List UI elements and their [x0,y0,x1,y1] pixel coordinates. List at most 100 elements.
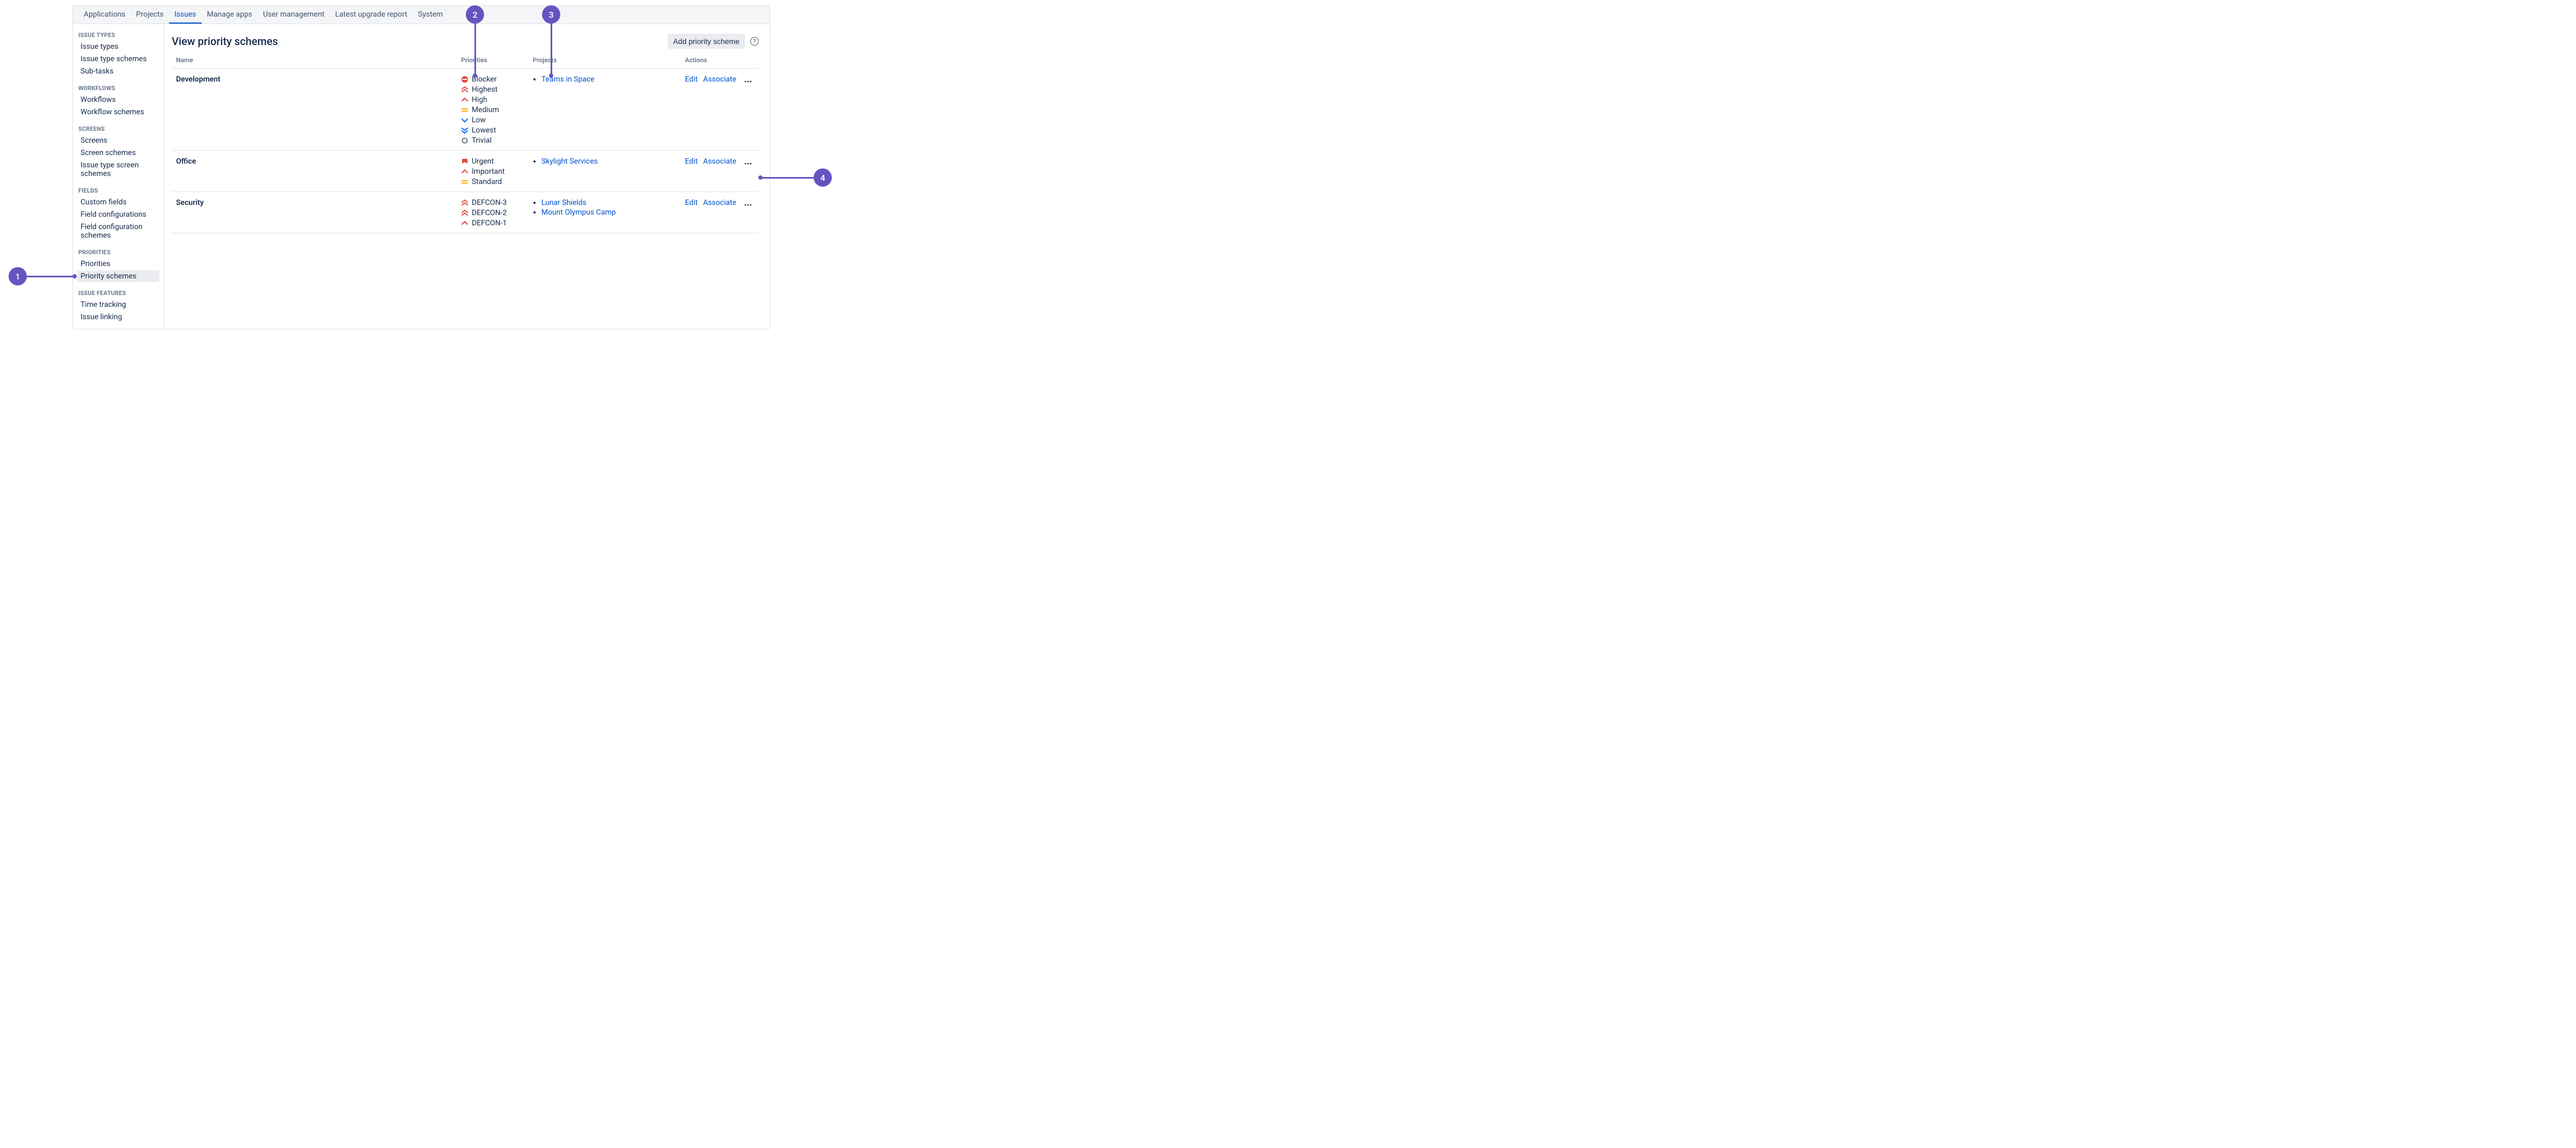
priority-item: Highest [461,85,524,94]
annotation-callout-3: 3 [542,5,560,24]
topnav-tab[interactable]: System [413,6,448,24]
annotation-line [474,24,476,75]
priority-item: Lowest [461,126,524,135]
sidebar-group-title: FIELDS [77,187,159,194]
sidebar-item[interactable]: Priority schemes [77,270,159,282]
edit-link[interactable]: Edit [685,75,698,84]
topnav-tab[interactable]: Projects [131,6,169,24]
sidebar: ISSUE TYPES Issue typesIssue type schemes… [73,24,164,329]
sidebar-item[interactable]: Issue types [77,41,159,53]
annotation-dot [758,175,763,180]
lowest-icon [461,127,469,134]
priority-label: Highest [472,85,497,94]
priority-label: DEFCON-1 [472,219,507,227]
top-nav: ApplicationsProjectsIssuesManage appsUse… [73,6,770,24]
list-item: Lunar Shields [541,198,677,207]
priority-label: Low [472,116,486,124]
associate-link[interactable]: Associate [703,198,736,207]
sidebar-item[interactable]: Issue linking [77,311,159,323]
priority-item: Low [461,116,524,124]
more-actions-icon[interactable] [742,75,755,88]
annotation-line [761,177,814,179]
priority-label: High [472,95,487,104]
sidebar-item[interactable]: Issue type schemes [77,53,159,65]
annotation-dot [549,73,553,78]
sidebar-item[interactable]: Screen schemes [77,147,159,159]
add-priority-scheme-button[interactable]: Add priority scheme [668,34,745,49]
sidebar-item[interactable]: Time tracking [77,299,159,311]
priority-label: DEFCON-2 [472,209,507,217]
table-row: SecurityDEFCON-3DEFCON-2DEFCON-1Lunar Sh… [172,192,759,233]
topnav-tab[interactable]: Issues [169,6,202,24]
sidebar-group-title: PRIORITIES [77,249,159,256]
medium-icon [461,178,469,186]
associate-link[interactable]: Associate [703,75,736,84]
priority-label: Urgent [472,157,494,166]
page-title: View priority schemes [172,35,668,48]
annotation-dot [473,73,477,78]
priority-label: Important [472,167,505,176]
more-actions-icon[interactable] [742,157,755,170]
sidebar-item[interactable]: Field configuration schemes [77,221,159,241]
list-item: Mount Olympus Camp [541,208,677,217]
sidebar-item[interactable]: Workflow schemes [77,106,159,118]
list-item: Teams in Space [541,75,677,84]
high-icon [461,96,469,104]
priority-item: Standard [461,178,524,186]
high-icon [461,168,469,175]
priority-item: DEFCON-3 [461,198,524,207]
main-content: View priority schemes Add priority schem… [164,24,770,329]
sidebar-group-title: ISSUE TYPES [77,32,159,39]
topnav-tab[interactable]: User management [258,6,330,24]
help-icon[interactable]: ? [750,37,759,46]
priority-item: DEFCON-2 [461,209,524,217]
project-link[interactable]: Mount Olympus Camp [541,208,616,217]
sidebar-item[interactable]: Issue type screen schemes [77,159,159,180]
annotation-callout-2: 2 [466,5,484,24]
sidebar-group-title: WORKFLOWS [77,85,159,92]
priority-item: High [461,95,524,104]
highest-icon [461,199,469,207]
sidebar-group-title: SCREENS [77,126,159,133]
priority-label: Standard [472,178,502,186]
project-link[interactable]: Skylight Services [541,157,598,166]
edit-link[interactable]: Edit [685,198,698,207]
priority-label: DEFCON-3 [472,198,507,207]
scheme-name: Office [176,157,452,166]
table-row: Office UrgentImportant Standard Skylight Se… [172,151,759,192]
col-priorities: Priorities [457,56,529,69]
sidebar-item[interactable]: Custom fields [77,196,159,208]
low-icon [461,116,469,124]
priority-item: Medium [461,106,524,114]
topnav-tab[interactable]: Manage apps [202,6,258,24]
annotation-line [27,276,74,277]
blocker-icon [461,76,469,83]
sidebar-item[interactable]: Workflows [77,94,159,106]
priority-item: Blocker [461,75,524,84]
high-icon [461,219,469,227]
annotation-line [551,24,552,75]
priority-item: Important [461,167,524,176]
annotation-callout-4: 4 [814,168,832,187]
more-actions-icon[interactable] [742,198,755,211]
scheme-name: Development [176,75,452,84]
topnav-tab[interactable]: Applications [78,6,131,24]
table-row: Development BlockerHighestHigh Medium Low Lo… [172,69,759,151]
sidebar-group-title: ISSUE FEATURES [77,290,159,297]
priority-item: Urgent [461,157,524,166]
priority-item: Trivial [461,136,524,145]
col-name: Name [172,56,457,69]
sidebar-item[interactable]: Sub-tasks [77,65,159,77]
topnav-tab[interactable]: Latest upgrade report [330,6,413,24]
urgent-icon [461,158,469,165]
priority-item: DEFCON-1 [461,219,524,227]
sidebar-item[interactable]: Field configurations [77,209,159,220]
sidebar-item[interactable]: Screens [77,135,159,146]
priority-label: Lowest [472,126,496,135]
project-link[interactable]: Lunar Shields [541,198,587,207]
associate-link[interactable]: Associate [703,157,736,166]
schemes-table: Name Priorities Projects Actions Develop… [172,56,759,233]
sidebar-item[interactable]: Priorities [77,258,159,270]
col-actions: Actions [680,56,759,69]
edit-link[interactable]: Edit [685,157,698,166]
